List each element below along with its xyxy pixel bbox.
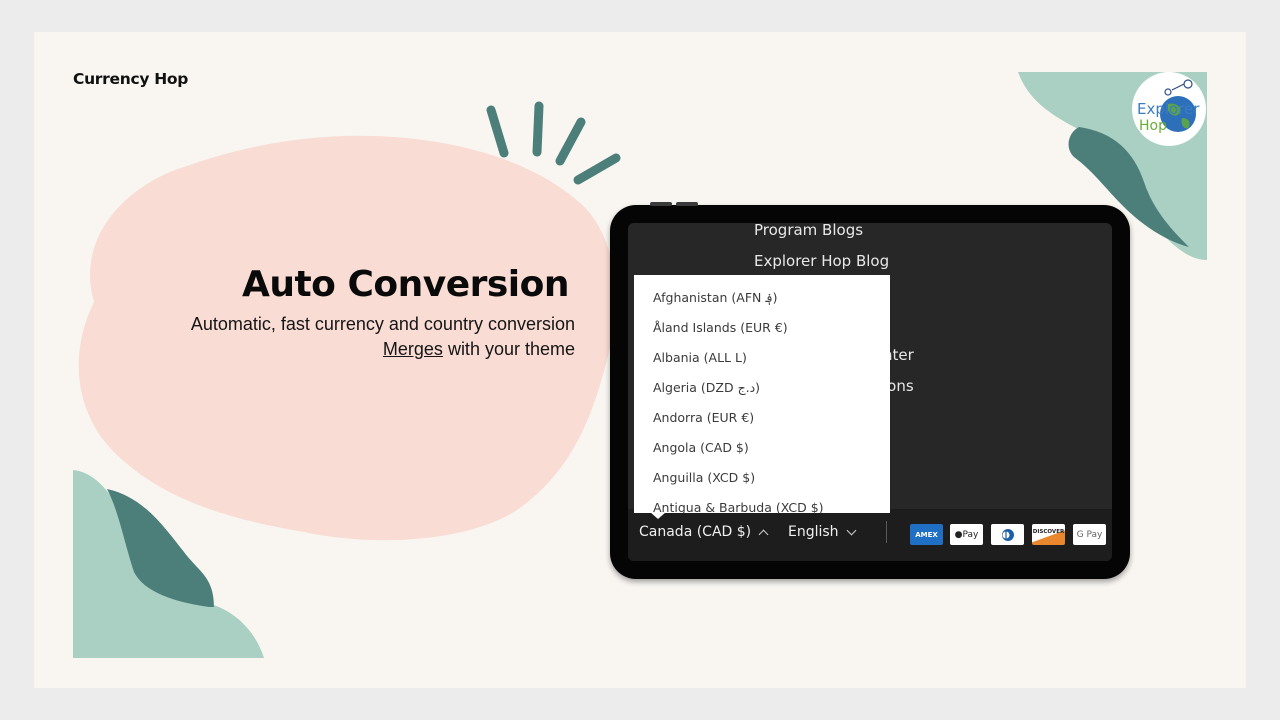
dropdown-caret [650, 512, 666, 519]
subtitle-line-1: Automatic, fast currency and country con… [190, 314, 575, 334]
globe-icon: Explorer Hop [1137, 79, 1200, 134]
logo-text-hop: Hop [1139, 118, 1167, 134]
menu-link-program-blogs[interactable]: Program Blogs [754, 223, 863, 239]
tablet-button [650, 202, 672, 206]
tablet-device: Program Blogs Explorer Hop Blog nter ion… [610, 202, 1130, 579]
language-value: English [788, 524, 839, 540]
discover-icon: DISCOVER [1032, 524, 1065, 545]
subtitle-line-2: Merges with your theme [383, 339, 575, 360]
chevron-up-icon [758, 529, 769, 539]
google-pay-icon: G Pay [1073, 524, 1106, 545]
merges-link[interactable]: Merges [383, 339, 443, 359]
apple-pay-icon: ●Pay [950, 524, 983, 545]
headline: Auto Conversion [241, 264, 570, 305]
amex-icon: AMEX [910, 524, 943, 545]
brand-title: Currency Hop [73, 70, 189, 88]
explorer-hop-logo: Explorer Hop [1132, 72, 1206, 146]
dropdown-option[interactable]: Afghanistan (AFN ؋) [634, 275, 890, 305]
dropdown-option[interactable]: Åland Islands (EUR €) [634, 305, 890, 335]
tablet-button [676, 202, 698, 206]
store-footer: Canada (CAD $) English AMEX ●Pay DISCOVE… [628, 509, 1112, 561]
menu-link-explorer-hop-blog[interactable]: Explorer Hop Blog [754, 252, 889, 270]
dropdown-option[interactable]: Albania (ALL L) [634, 335, 890, 365]
logo-text-explorer: Explorer [1137, 100, 1200, 118]
tablet-screen: Program Blogs Explorer Hop Blog nter ion… [628, 223, 1112, 561]
footer-divider [886, 521, 887, 543]
dropdown-option[interactable]: Algeria (DZD د.ج) [634, 365, 890, 395]
dropdown-option[interactable]: Antigua & Barbuda (XCD $) [634, 485, 890, 514]
subtitle-line-2-rest: with your theme [442, 339, 575, 359]
pink-blob [78, 135, 616, 541]
country-currency-selector[interactable]: Canada (CAD $) [639, 524, 769, 540]
country-dropdown-list[interactable]: Afghanistan (AFN ؋) Åland Islands (EUR €… [634, 275, 890, 513]
slide: Currency Hop Explorer Hop Auto Conversio… [34, 32, 1246, 688]
diners-club-icon [991, 524, 1024, 545]
language-selector[interactable]: English [788, 524, 857, 540]
country-currency-value: Canada (CAD $) [639, 524, 752, 540]
dropdown-option[interactable]: Anguilla (XCD $) [634, 455, 890, 485]
chevron-down-icon [846, 525, 857, 536]
dropdown-option[interactable]: Andorra (EUR €) [634, 395, 890, 425]
dropdown-option[interactable]: Angola (CAD $) [634, 425, 890, 455]
